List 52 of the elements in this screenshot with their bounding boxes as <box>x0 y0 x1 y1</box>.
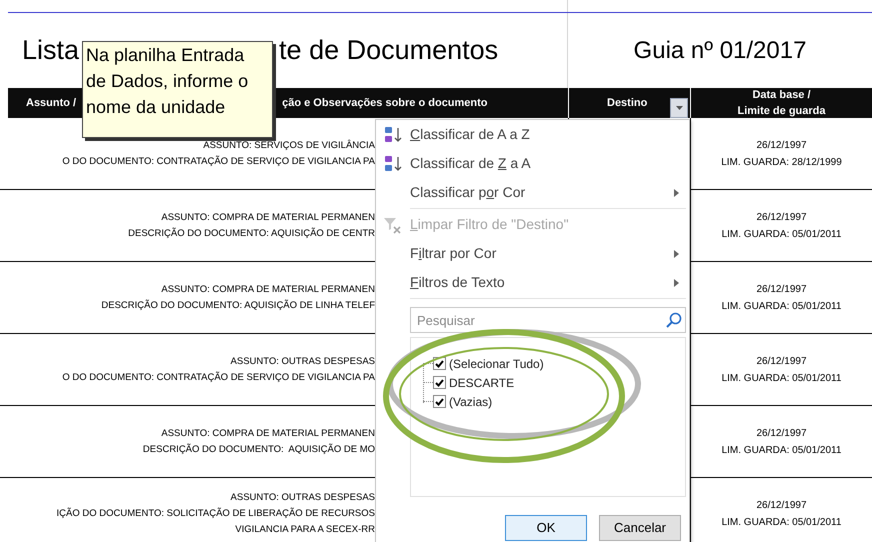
description-text: ASSUNTO: OUTRAS DESPESAS <box>230 354 375 368</box>
description-text: DESCRIÇÃO DO DOCUMENTO: AQUISIÇÃO DE CENTR <box>128 226 375 240</box>
caret-icon <box>676 106 682 110</box>
submenu-arrow-icon <box>674 278 679 286</box>
sort-ascending-icon <box>383 126 403 144</box>
date-text: 26/12/1997 LIM. GUARDA: 05/01/2011 <box>722 210 842 242</box>
value-label[interactable]: (Selecionar Tudo) <box>449 354 544 372</box>
column-heading: Assunto / <box>26 96 76 111</box>
description-text: O DO DOCUMENTO: CONTRATAÇÃO DE SERVIÇO DE VIGILANCIA PA <box>62 154 375 168</box>
description-text: IÇÃO DO DOCUMENTO: SOLICITAÇÃO DE LIBERAÇÃO DE RECURSOS <box>56 506 375 520</box>
value-label[interactable]: (Vazias) <box>449 392 492 410</box>
dialog-button[interactable]: OK <box>505 515 587 541</box>
description-text: O DO DOCUMENTO: CONTRATAÇÃO DE SERVIÇO DE VIGILANCIA PA <box>62 370 375 384</box>
date-text: 26/12/1997 LIM. GUARDA: 05/01/2011 <box>722 282 842 314</box>
description-text: DESCRIÇÃO DO DOCUMENTO: AQUISIÇÃO DE MO <box>142 442 375 456</box>
description-text: ASSUNTO: COMPRA DE MATERIAL PERMANEN <box>161 210 375 224</box>
menu-item[interactable]: Filtros de Texto <box>376 268 689 297</box>
description-text: ASSUNTO: COMPRA DE MATERIAL PERMANEN <box>161 282 375 296</box>
date-text: 26/12/1997 LIM. GUARDA: 05/01/2011 <box>722 426 842 458</box>
comment-tooltip: Na planilha Entrada de Dados, informe o nome da unidade <box>82 41 273 138</box>
value-label[interactable]: DESCARTE <box>449 374 514 392</box>
menu-item[interactable]: Classificar de A a Z <box>376 120 689 149</box>
menu-item[interactable]: Classificar por Cor <box>376 178 689 207</box>
date-text: 26/12/1997 LIM. GUARDA: 05/01/2011 <box>722 498 842 530</box>
description-text: VIGILANCIA PARA A SECEX-RR <box>235 522 375 536</box>
date-text: 26/12/1997 LIM. GUARDA: 28/12/1999 <box>721 138 842 170</box>
column-heading: ção e Observações sobre o documento <box>282 96 488 111</box>
sheet-title: Lista <box>22 34 80 68</box>
check-icon <box>435 378 444 386</box>
filter-dropdown-button[interactable] <box>670 98 688 118</box>
menu-item[interactable]: Filtrar por Cor <box>376 239 689 268</box>
sheet-title: te de Documentos <box>279 34 498 68</box>
checkbox[interactable] <box>433 376 446 389</box>
description-text: ASSUNTO: COMPRA DE MATERIAL PERMANEN <box>161 426 375 440</box>
search-field[interactable]: Pesquisar <box>410 307 686 333</box>
guide-number: Guia nº 01/2017 <box>634 36 806 66</box>
check-icon <box>435 398 444 406</box>
column-heading: Destino <box>607 96 648 111</box>
menu-item[interactable]: Classificar de Z a A <box>376 149 689 178</box>
submenu-arrow-icon <box>674 188 679 196</box>
description-text: ASSUNTO: SERVIÇOS DE VIGILÂNCIA <box>203 138 375 152</box>
search-icon <box>666 312 682 328</box>
description-text: ASSUNTO: OUTRAS DESPESAS <box>230 490 375 504</box>
date-text: 26/12/1997 LIM. GUARDA: 05/01/2011 <box>722 354 842 386</box>
column-heading: Data base / Limite de guarda <box>737 88 826 119</box>
check-icon <box>435 360 444 368</box>
clear-filter-icon <box>383 216 403 234</box>
sort-descending-icon <box>383 154 403 172</box>
submenu-arrow-icon <box>674 250 679 258</box>
dialog-button[interactable]: Cancelar <box>599 515 681 541</box>
description-text: DESCRIÇÃO DO DOCUMENTO: AQUISIÇÃO DE LINHA TELEF <box>101 298 375 312</box>
checkbox[interactable] <box>433 395 446 408</box>
